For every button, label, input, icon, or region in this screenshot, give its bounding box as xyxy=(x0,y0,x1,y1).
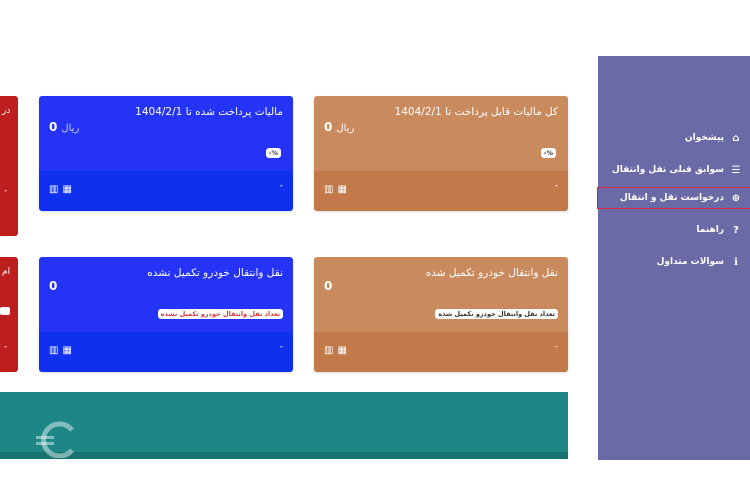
table-icon[interactable]: ▦ xyxy=(62,184,71,195)
brand-logo-icon xyxy=(36,421,74,458)
card-title: نقل وانتقال خودرو تکمیل نشده xyxy=(147,267,283,279)
card-value: 0 ریال xyxy=(49,120,80,134)
bar-chart-icon[interactable]: ▥ xyxy=(49,184,58,195)
card-footer-value: - xyxy=(279,342,283,352)
sidebar-item-faq[interactable]: ℹ سوالات متداول xyxy=(604,252,750,272)
sidebar: ⌂ پیشخوان ☰ سوابق قبلی نقل وانتقال ⊕ درخ… xyxy=(597,56,750,460)
partial-card-top: در - xyxy=(0,96,18,236)
sidebar-item-label: سوابق قبلی نقل وانتقال xyxy=(611,165,724,175)
card-footer-value: - xyxy=(279,181,283,191)
table-icon[interactable]: ▦ xyxy=(337,184,346,195)
card-title: در xyxy=(2,106,11,116)
question-icon: ? xyxy=(733,224,739,236)
card-title: کل مالیات قابل پرداخت تا 1404/2/1 xyxy=(394,106,558,118)
sidebar-item-dashboard[interactable]: ⌂ پیشخوان xyxy=(604,128,750,148)
card-title: نقل وانتقال خودرو تکمیل شده xyxy=(425,267,558,279)
card-value: 0 xyxy=(324,279,333,293)
percent-badge: %- xyxy=(540,148,556,158)
sidebar-item-label: راهنما xyxy=(696,225,724,235)
table-icon[interactable]: ▦ xyxy=(337,345,346,356)
home-icon: ⌂ xyxy=(732,132,740,144)
count-badge: تعداد نقل وانتقال خودرو تکمیل شده xyxy=(435,309,558,319)
card-footer-value: - xyxy=(4,342,8,352)
card-value: 0 xyxy=(49,279,58,293)
count-badge: تعداد نقل وانتقال خودرو تکمیل نشده xyxy=(157,309,283,319)
card-value: 0 ریال xyxy=(324,120,355,134)
bottom-banner xyxy=(0,392,568,459)
currency-unit: ریال xyxy=(61,123,80,134)
card-title: مالیات پرداخت شده تا 1404/2/1 xyxy=(135,106,283,118)
count-badge xyxy=(0,307,10,315)
bar-chart-icon[interactable]: ▥ xyxy=(324,184,333,195)
sidebar-item-label: درخواست نقل و انتقال xyxy=(619,193,724,203)
sidebar-item-help[interactable]: ? راهنما xyxy=(604,220,750,240)
completed-transfers-card: نقل وانتقال خودرو تکمیل شده 0 تعداد نقل … xyxy=(314,257,568,372)
sidebar-item-label: پیشخوان xyxy=(684,133,724,143)
percent-badge: %- xyxy=(265,148,281,158)
banner-footer-strip xyxy=(0,452,568,459)
bar-chart-icon[interactable]: ▥ xyxy=(49,345,58,356)
total-tax-card: کل مالیات قابل پرداخت تا 1404/2/1 0 ریال … xyxy=(314,96,568,211)
list-icon: ☰ xyxy=(731,164,741,176)
card-footer-value: - xyxy=(554,181,558,191)
info-icon: ℹ xyxy=(734,256,738,268)
tax-paid-card: مالیات پرداخت شده تا 1404/2/1 0 ریال %- -… xyxy=(39,96,293,211)
card-footer-value: - xyxy=(4,186,8,196)
table-icon[interactable]: ▦ xyxy=(62,345,71,356)
card-footer-value: - xyxy=(554,342,558,352)
card-title: ام xyxy=(2,267,11,277)
plus-circle-icon: ⊕ xyxy=(731,192,741,204)
sidebar-item-label: سوالات متداول xyxy=(656,257,724,267)
currency-unit: ریال xyxy=(336,123,355,134)
partial-card-bottom: ام - xyxy=(0,257,18,372)
bar-chart-icon[interactable]: ▥ xyxy=(324,345,333,356)
sidebar-item-history[interactable]: ☰ سوابق قبلی نقل وانتقال xyxy=(604,160,750,180)
sidebar-item-transfer-request[interactable]: ⊕ درخواست نقل و انتقال xyxy=(597,187,750,209)
incomplete-transfers-card: نقل وانتقال خودرو تکمیل نشده 0 تعداد نقل… xyxy=(39,257,293,372)
